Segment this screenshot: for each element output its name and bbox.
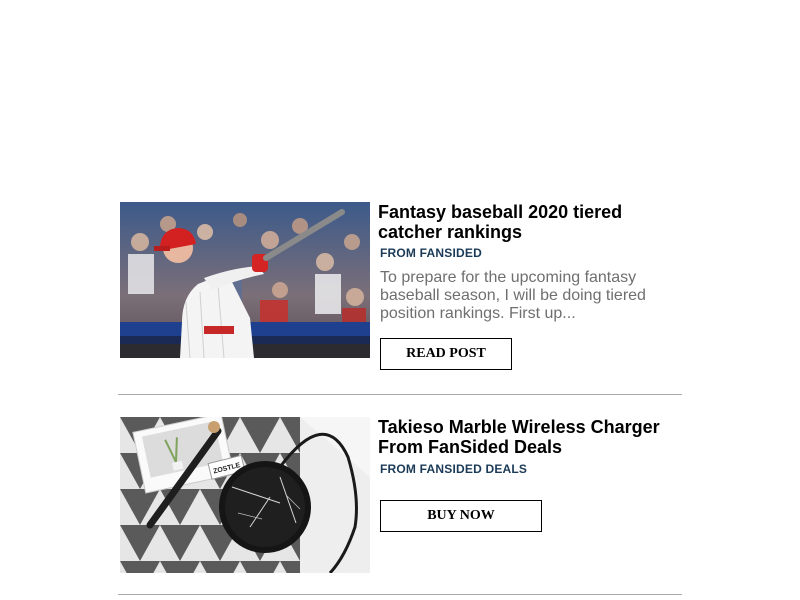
post-title[interactable]: Takieso Marble Wireless Charger From Fan… [378,417,688,457]
post-excerpt: To prepare for the upcoming fantasy base… [380,269,646,322]
post-source: FROM FANSIDED DEALS [380,462,528,476]
post-card: Fantasy baseball 2020 tiered catcher ran… [120,202,682,395]
charger-photo-image: ZOSTLE [120,417,370,573]
post-thumbnail-charger[interactable]: ZOSTLE [120,417,370,573]
post-card: ZOSTLE Takieso Marble Wireless Charger F… [120,417,682,595]
divider [118,594,682,595]
divider [118,394,682,395]
post-thumbnail-baseball[interactable] [120,202,370,358]
post-source: FROM FANSIDED [380,246,482,260]
post-title[interactable]: Fantasy baseball 2020 tiered catcher ran… [378,202,688,242]
read-post-button[interactable]: READ POST [380,338,512,370]
baseball-photo-image [120,202,370,358]
buy-now-button[interactable]: BUY NOW [380,500,542,532]
